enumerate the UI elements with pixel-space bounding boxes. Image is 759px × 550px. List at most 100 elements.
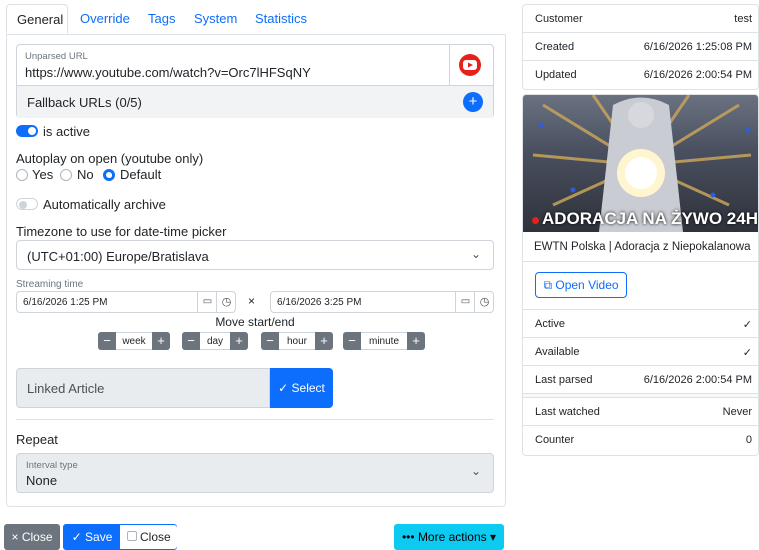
youtube-icon[interactable]: [457, 53, 483, 77]
archive-toggle[interactable]: [16, 198, 38, 210]
active-label: is active: [43, 124, 90, 139]
timezone-label: Timezone to use for date-time picker: [16, 224, 227, 239]
save-button[interactable]: ✓ Save: [64, 525, 120, 549]
check-icon: ✓: [278, 381, 289, 395]
more-actions-label: More actions: [417, 530, 487, 544]
info-value: Never: [722, 406, 752, 418]
url-field[interactable]: Unparsed URL https://www.youtube.com/wat…: [17, 45, 450, 85]
minute-label: minute: [361, 332, 407, 350]
check-icon: ✓: [742, 319, 752, 331]
interval-type-label: Interval type: [26, 460, 78, 471]
info-key: Updated: [535, 69, 577, 81]
clock-icon[interactable]: ◷: [216, 292, 236, 312]
external-link-icon: ⧉: [543, 278, 553, 292]
info-key: Counter: [535, 434, 575, 446]
info-row: Last watched Never: [523, 398, 758, 426]
open-video-label: Open Video: [555, 278, 619, 292]
video-card: ADORACJA NA ŻYWO 24H EWTN Polska | Adora…: [522, 94, 759, 456]
repeat-label: Repeat: [16, 432, 58, 447]
day-minus-button[interactable]: −: [182, 332, 200, 350]
week-plus-button[interactable]: +: [152, 332, 170, 350]
info-row: Counter 0: [523, 426, 758, 454]
range-separator: ×: [248, 294, 256, 308]
day-plus-button[interactable]: +: [230, 332, 248, 350]
streaming-label: Streaming time: [16, 279, 84, 290]
timezone-value: (UTC+01:00) Europe/Bratislava: [27, 249, 209, 264]
live-dot-icon: [532, 217, 539, 224]
chevron-down-icon: ⌄: [470, 464, 481, 478]
select-article-button[interactable]: ✓ Select: [270, 368, 333, 408]
video-thumbnail[interactable]: ADORACJA NA ŻYWO 24H: [523, 95, 758, 232]
url-label: Unparsed URL: [25, 51, 88, 62]
timezone-select[interactable]: (UTC+01:00) Europe/Bratislava ⌄: [16, 240, 494, 270]
autoplay-no-radio[interactable]: [60, 169, 72, 181]
autoplay-default-radio[interactable]: [103, 169, 115, 181]
hour-label: hour: [279, 332, 315, 350]
minute-minus-button[interactable]: −: [343, 332, 361, 350]
close-button[interactable]: × Close: [4, 524, 60, 550]
calendar-icon[interactable]: ▭: [455, 292, 475, 312]
save-group: ✓ Save Close: [63, 524, 177, 550]
linked-article-placeholder: Linked Article: [27, 381, 105, 396]
info-key: Customer: [535, 13, 583, 25]
video-title-row: EWTN Polska | Adoracja z Niepokalanowa: [523, 232, 758, 262]
select-article-label: Select: [291, 381, 325, 395]
info-row: Available ✓: [523, 338, 758, 366]
check-icon: ✓: [71, 530, 82, 544]
close-after-save-checkbox[interactable]: [127, 531, 137, 541]
end-datetime-input[interactable]: 6/16/2026 3:25 PM ▭ ◷: [270, 291, 494, 313]
start-datetime-value: 6/16/2026 1:25 PM: [23, 297, 108, 308]
move-label: Move start/end: [215, 315, 295, 329]
add-fallback-icon[interactable]: +: [463, 92, 483, 112]
close-button-label: Close: [21, 530, 53, 544]
archive-label: Automatically archive: [43, 197, 166, 212]
metadata-card: Customer test Created 6/16/2026 1:25:08 PM…: [522, 4, 759, 90]
autoplay-yes-radio[interactable]: [16, 169, 28, 181]
tab-statistics[interactable]: Statistics: [245, 4, 317, 34]
fallback-label: Fallback URLs (0/5): [27, 95, 142, 110]
close-after-save-toggle[interactable]: Close: [120, 525, 177, 549]
check-icon: ✓: [742, 347, 752, 359]
tab-system[interactable]: System: [184, 4, 247, 34]
tab-general[interactable]: General: [6, 4, 68, 34]
info-key: Last watched: [535, 406, 600, 418]
url-group: Unparsed URL https://www.youtube.com/wat…: [16, 44, 494, 118]
tab-override[interactable]: Override: [70, 4, 140, 34]
tab-tags[interactable]: Tags: [138, 4, 185, 34]
divider: [16, 419, 494, 420]
info-value: 6/16/2026 2:00:54 PM: [643, 69, 752, 81]
info-value: 0: [745, 434, 752, 446]
week-minus-button[interactable]: −: [98, 332, 116, 350]
close-icon: ×: [11, 530, 19, 544]
info-row: Updated 6/16/2026 2:00:54 PM: [523, 61, 758, 89]
linked-article-field[interactable]: Linked Article: [16, 368, 270, 408]
clock-icon[interactable]: ◷: [474, 292, 494, 312]
hour-plus-button[interactable]: +: [315, 332, 333, 350]
fallback-row[interactable]: Fallback URLs (0/5) +: [17, 85, 493, 118]
active-toggle[interactable]: [16, 125, 38, 137]
more-actions-button[interactable]: ••• More actions ▾: [394, 524, 504, 550]
info-key: Created: [535, 41, 575, 53]
url-value: https://www.youtube.com/watch?v=Orc7lHFS…: [25, 65, 311, 80]
info-value: 6/16/2026 1:25:08 PM: [643, 41, 752, 53]
info-key: Active: [535, 318, 565, 330]
info-key: Available: [535, 346, 580, 358]
interval-type-select[interactable]: Interval type None ⌄: [16, 453, 494, 493]
info-row: Active ✓: [523, 310, 758, 338]
day-label: day: [200, 332, 230, 350]
video-title: EWTN Polska | Adoracja z Niepokalanowa: [534, 241, 751, 253]
info-row: Created 6/16/2026 1:25:08 PM: [523, 33, 758, 61]
start-datetime-input[interactable]: 6/16/2026 1:25 PM ▭ ◷: [16, 291, 236, 313]
calendar-icon[interactable]: ▭: [197, 292, 217, 312]
info-value: 6/16/2026 2:00:54 PM: [643, 374, 752, 386]
interval-type-value: None: [26, 473, 58, 488]
week-label: week: [116, 332, 152, 350]
autoplay-default-label: Default: [120, 167, 162, 182]
info-row: Last parsed 6/16/2026 2:00:54 PM: [523, 366, 758, 394]
open-video-button[interactable]: ⧉ Open Video: [535, 272, 627, 298]
minute-plus-button[interactable]: +: [407, 332, 425, 350]
hour-minus-button[interactable]: −: [261, 332, 279, 350]
end-datetime-value: 6/16/2026 3:25 PM: [277, 297, 362, 308]
save-button-label: Save: [85, 530, 113, 544]
ellipsis-icon: •••: [401, 530, 415, 544]
